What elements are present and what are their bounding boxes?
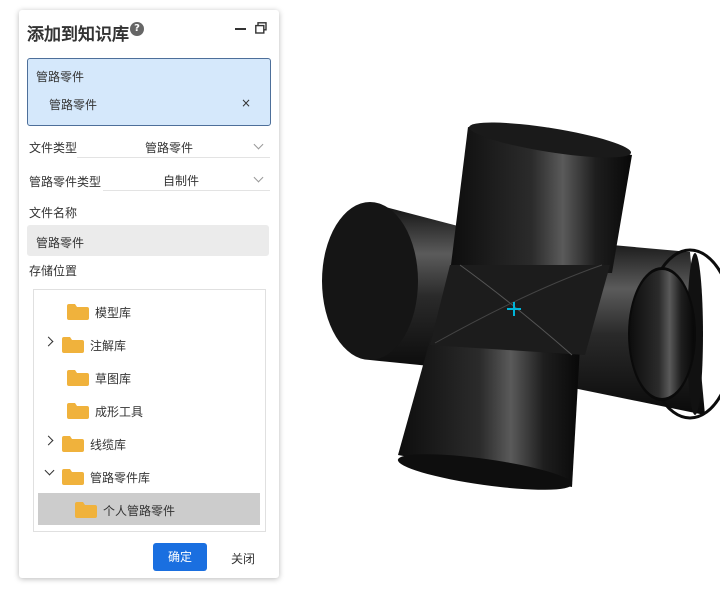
tree-item[interactable]: 线缆库 (34, 427, 265, 459)
tree-item[interactable]: 个人管路零件 (38, 493, 260, 525)
selected-item: 管路零件 (49, 98, 98, 112)
tree-item[interactable]: 管路零件库 (34, 460, 265, 492)
tree-item[interactable]: 草图库 (34, 361, 265, 393)
minimize-icon[interactable] (235, 21, 247, 35)
tree-item-label: 个人管路零件 (103, 504, 176, 518)
part-type-label: 管路零件类型 (29, 175, 102, 189)
tree-item-label: 模型库 (95, 306, 132, 320)
add-to-knowledge-base-dialog: 添加到知识库 ? 管路零件 管路零件 × 文件类型 管路零件 管路零件类型 自制… (19, 10, 279, 578)
dialog-header: 添加到知识库 ? (19, 10, 279, 50)
file-name-value: 管路零件 (36, 236, 85, 250)
part-type-value: 自制件 (163, 174, 200, 188)
folder-icon (62, 337, 84, 353)
storage-tree: 模型库注解库草图库成形工具线缆库管路零件库个人管路零件 (33, 289, 266, 532)
confirm-button[interactable]: 确定 (153, 543, 207, 571)
tree-item-label: 线缆库 (90, 438, 127, 452)
chevron-down-icon (253, 139, 264, 150)
dialog-title: 添加到知识库 (27, 25, 129, 45)
file-type-dropdown[interactable]: 管路零件 (77, 135, 270, 158)
tree-item[interactable]: 注解库 (34, 328, 265, 360)
chevron-down-icon (253, 172, 264, 183)
folder-icon (62, 469, 84, 485)
tree-item[interactable]: 模型库 (34, 295, 265, 327)
file-name-label: 文件名称 (29, 206, 78, 220)
close-button[interactable]: 关闭 (231, 550, 255, 567)
folder-icon (67, 370, 89, 386)
chevron-right-icon[interactable] (43, 435, 54, 446)
selected-group-title: 管路零件 (36, 70, 85, 84)
help-icon[interactable]: ? (130, 22, 144, 36)
tree-item-label: 管路零件库 (90, 471, 151, 485)
part-type-dropdown[interactable]: 自制件 (103, 168, 270, 191)
folder-icon (75, 502, 97, 518)
folder-icon (62, 436, 84, 452)
folder-icon (67, 304, 89, 320)
folder-icon (67, 403, 89, 419)
selected-items-box: 管路零件 管路零件 × (27, 58, 271, 126)
tree-item-label: 成形工具 (95, 405, 144, 419)
storage-location-label: 存储位置 (29, 264, 78, 278)
tree-item[interactable]: 成形工具 (34, 394, 265, 426)
tree-item-label: 草图库 (95, 372, 132, 386)
chevron-right-icon[interactable] (43, 336, 54, 347)
file-type-value: 管路零件 (145, 141, 194, 155)
restore-icon[interactable] (255, 22, 267, 34)
file-type-label: 文件类型 (29, 141, 78, 155)
chevron-down-icon[interactable] (44, 465, 55, 476)
remove-item-button[interactable]: × (241, 96, 251, 110)
tree-item-label: 注解库 (90, 339, 127, 353)
pipe-cross-fitting-model (322, 122, 720, 490)
file-name-input[interactable]: 管路零件 (27, 225, 269, 256)
